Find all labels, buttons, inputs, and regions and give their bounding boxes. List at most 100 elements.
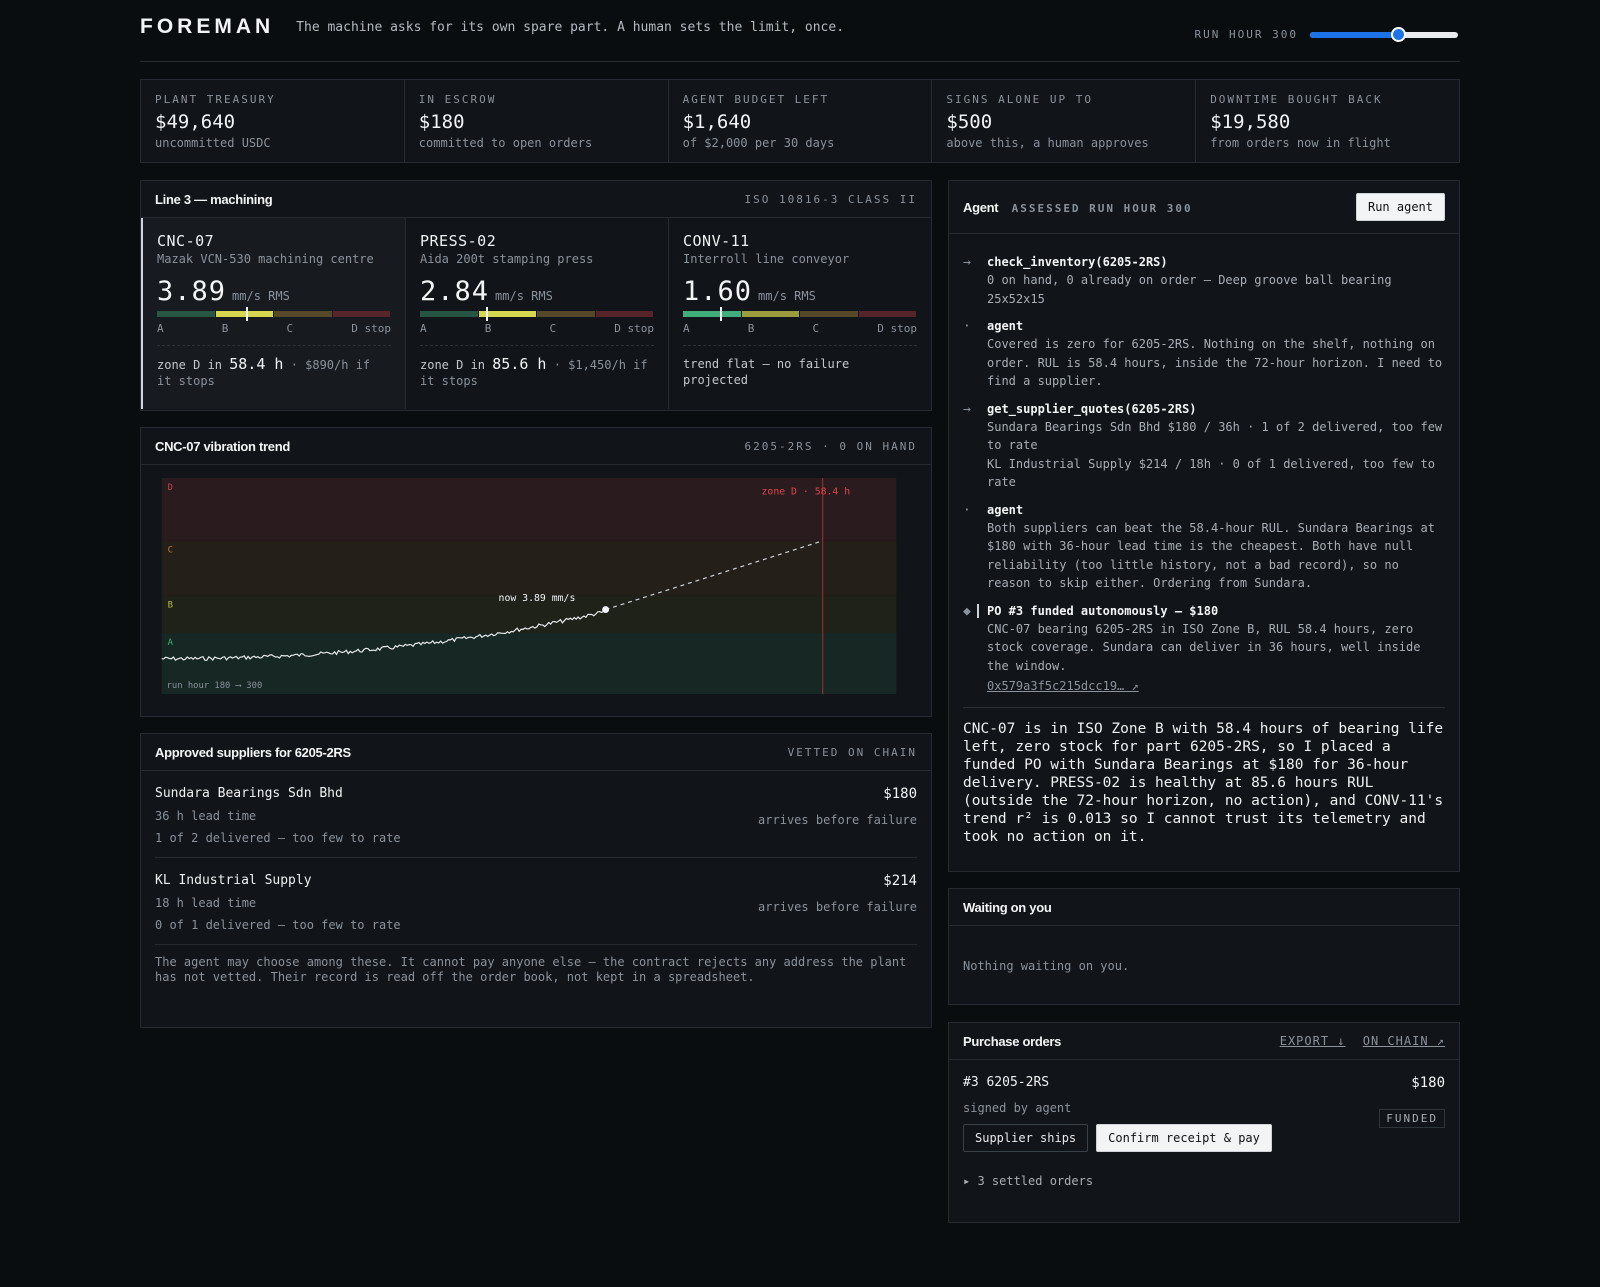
machine-card-conv-11[interactable]: CONV-11 Interroll line conveyor 1.60 mm/…	[669, 218, 931, 409]
agent-log: → check_inventory(6205-2RS) 0 on hand, 0…	[949, 234, 1459, 693]
machine-cards: CNC-07 Mazak VCN-530 machining centre 3.…	[141, 218, 931, 409]
step-title: get_supplier_quotes(6205-2RS)	[987, 401, 1197, 416]
trend-panel-header: CNC-07 vibration trend 6205-2RS · 0 ON H…	[141, 428, 931, 465]
stat-value: $1,640	[682, 111, 752, 133]
suppliers-panel-header: Approved suppliers for 6205-2RS VETTED O…	[141, 734, 931, 771]
arrow-right-icon: →	[963, 255, 971, 270]
confirm-receipt-button[interactable]: Confirm receipt & pay	[1096, 1124, 1272, 1152]
zone-band-label: C	[168, 546, 173, 556]
suppliers-panel: Approved suppliers for 6205-2RS VETTED O…	[140, 733, 932, 1028]
step-title: agent	[987, 502, 1024, 517]
trend-part-tag: 6205-2RS · 0 ON HAND	[744, 439, 917, 453]
supplier-record: 1 of 2 delivered — too few to rate	[155, 831, 401, 845]
step-body: Both suppliers can beat the 58.4-hour RU…	[987, 520, 1435, 591]
zone-marker	[720, 307, 723, 321]
stat-label: AGENT BUDGET LEFT	[682, 93, 830, 106]
suppliers-note: The agent may choose among these. It can…	[155, 955, 907, 984]
stat-value: $19,580	[1210, 111, 1291, 133]
machine-card-press-02[interactable]: PRESS-02 Aida 200t stamping press 2.84 m…	[406, 218, 669, 409]
agent-heading: Agent ASSESSED RUN HOUR 300	[963, 200, 1193, 215]
po-id: #3 6205-2RS	[963, 1075, 1050, 1090]
zone-band	[161, 633, 897, 695]
run-hour-slider-thumb[interactable]	[1390, 26, 1406, 42]
line-title: Line 3 — machining	[155, 191, 273, 207]
supplier-row[interactable]: Sundara Bearings Sdn Bhd $180 36 h lead …	[155, 771, 917, 858]
line-standard-tag: ISO 10816-3 CLASS II	[744, 192, 917, 206]
machine-card-cnc-07[interactable]: CNC-07 Mazak VCN-530 machining centre 3.…	[141, 218, 406, 409]
waiting-title: Waiting on you	[963, 899, 1052, 915]
zone-label: A	[157, 322, 164, 335]
agent-panel-header: Agent ASSESSED RUN HOUR 300 Run agent	[949, 181, 1459, 234]
zone-band-label: A	[168, 638, 174, 648]
zone-label: C	[286, 322, 294, 335]
orders-panel: Purchase orders EXPORT ↓ ON CHAIN ↗ #3 6…	[948, 1022, 1460, 1223]
zone-segment	[595, 311, 653, 317]
now-label: now 3.89 mm/s	[499, 593, 576, 604]
run-hour-control: RUN HOUR 300	[1195, 26, 1458, 42]
trend-title: CNC-07 vibration trend	[155, 438, 290, 454]
run-hour-slider[interactable]	[1310, 26, 1458, 42]
machine-id: PRESS-02	[420, 232, 497, 250]
export-link[interactable]: EXPORT ↓	[1280, 1034, 1346, 1048]
machine-reading: 3.89 mm/s RMS	[157, 276, 391, 307]
waiting-panel: Waiting on you Nothing waiting on you.	[948, 888, 1460, 1005]
vibration-trend-chart: D C B Azone D · 58.4 h now 3.89 mm/s run hour…	[161, 478, 897, 695]
stat-sub: committed to open orders	[418, 136, 593, 150]
zone-band	[161, 540, 897, 596]
zone-label: D stop	[877, 322, 917, 335]
vibration-unit: mm/s RMS	[495, 289, 553, 303]
now-point	[602, 606, 610, 614]
stat-value: $49,640	[155, 111, 236, 133]
vibration-value: 2.84	[420, 276, 490, 307]
stat-label: DOWNTIME BOUGHT BACK	[1210, 93, 1383, 106]
line-panel-header: Line 3 — machining ISO 10816-3 CLASS II	[141, 181, 931, 218]
trend-status: trend flat — no failure projected	[683, 357, 850, 387]
stat-agent-budget: AGENT BUDGET LEFT $1,640 of $2,000 per 3…	[669, 80, 933, 162]
stat-plant-treasury: PLANT TREASURY $49,640 uncommitted USDC	[141, 80, 405, 162]
agent-log-step: → check_inventory(6205-2RS) 0 on hand, 0…	[963, 255, 1445, 308]
step-body: Sundara Bearings Sdn Bhd $180 / 36h · 1 …	[987, 419, 1443, 490]
divider	[683, 345, 917, 346]
agent-log-step: · agent Both suppliers can beat the 58.4…	[963, 503, 1445, 593]
po-row: #3 6205-2RS $180 signed by agent FUNDED …	[949, 1075, 1459, 1188]
agent-log-step: ◆ PO #3 funded autonomously — $180 CNC-0…	[963, 603, 1445, 693]
stat-in-escrow: IN ESCROW $180 committed to open orders	[405, 80, 669, 162]
dot-icon: ·	[963, 319, 971, 334]
zone-segment	[420, 311, 478, 317]
machine-reading: 1.60 mm/s RMS	[683, 276, 917, 307]
diamond-icon: ◆	[963, 603, 971, 619]
machine-id: CONV-11	[683, 232, 750, 250]
orders-panel-header: Purchase orders EXPORT ↓ ON CHAIN ↗	[949, 1023, 1459, 1060]
trend-panel: CNC-07 vibration trend 6205-2RS · 0 ON H…	[140, 427, 932, 717]
settled-orders-toggle[interactable]: ▸ 3 settled orders	[963, 1174, 1445, 1188]
po-actions: Supplier ships Confirm receipt & pay	[963, 1124, 1445, 1152]
supplier-name: Sundara Bearings Sdn Bhd	[155, 786, 343, 801]
rul-value: 85.6 h	[492, 355, 547, 373]
machine-reading: 2.84 mm/s RMS	[420, 276, 654, 307]
zone-segment	[274, 311, 332, 317]
zone-bar	[683, 307, 917, 321]
stat-sub: uncommitted USDC	[155, 136, 271, 150]
agent-title: Agent	[963, 199, 999, 215]
supplier-name: KL Industrial Supply	[155, 873, 312, 888]
zone-segment	[683, 311, 741, 317]
po-signed-by: signed by agent	[963, 1101, 1072, 1115]
stat-value: $500	[946, 111, 993, 133]
run-hour-slider-fill	[1310, 31, 1399, 38]
machine-desc: Aida 200t stamping press	[420, 252, 594, 266]
zone-label: C	[549, 322, 557, 335]
zone-segment	[215, 311, 273, 317]
supplier-ships-button[interactable]: Supplier ships	[963, 1124, 1089, 1152]
machine-desc: Mazak VCN-530 machining centre	[157, 252, 374, 266]
machine-desc: Interroll line conveyor	[683, 252, 850, 266]
step-body: CNC-07 bearing 6205-2RS in ISO Zone B, R…	[987, 621, 1421, 673]
zone-bar	[157, 307, 391, 321]
run-agent-button[interactable]: Run agent	[1355, 193, 1445, 221]
stat-label: IN ESCROW	[418, 93, 497, 106]
on-chain-link[interactable]: ON CHAIN ↗	[1363, 1034, 1445, 1048]
zone-labels: A B C D stop	[157, 322, 391, 335]
zone-labels: A B C D stop	[420, 322, 654, 335]
tx-hash-link[interactable]: 0x579a3f5c215dcc19… ↗	[987, 679, 1139, 693]
orders-title: Purchase orders	[963, 1033, 1062, 1049]
supplier-row[interactable]: KL Industrial Supply $214 18 h lead time…	[155, 858, 917, 945]
